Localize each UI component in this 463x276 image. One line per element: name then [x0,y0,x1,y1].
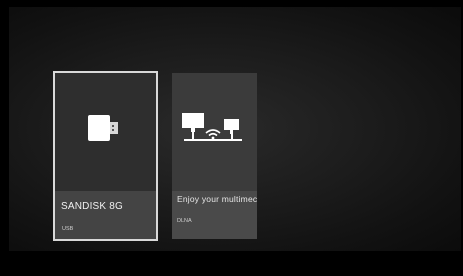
source-title: SANDISK 8G [61,201,124,212]
dlna-network-icon [182,113,242,141]
usb-source-card[interactable]: SANDISK 8G USB [53,71,158,241]
media-source-panel: SANDISK 8G USB Enjoy your multimec DLNA [9,7,461,251]
source-type: USB [62,226,74,232]
usb-drive-icon [88,115,118,141]
source-type: DLNA [177,218,192,224]
source-title: Enjoy your multimec [177,194,257,204]
tv-screen: SANDISK 8G USB Enjoy your multimec DLNA [0,0,463,276]
dlna-source-card[interactable]: Enjoy your multimec DLNA [172,73,257,239]
